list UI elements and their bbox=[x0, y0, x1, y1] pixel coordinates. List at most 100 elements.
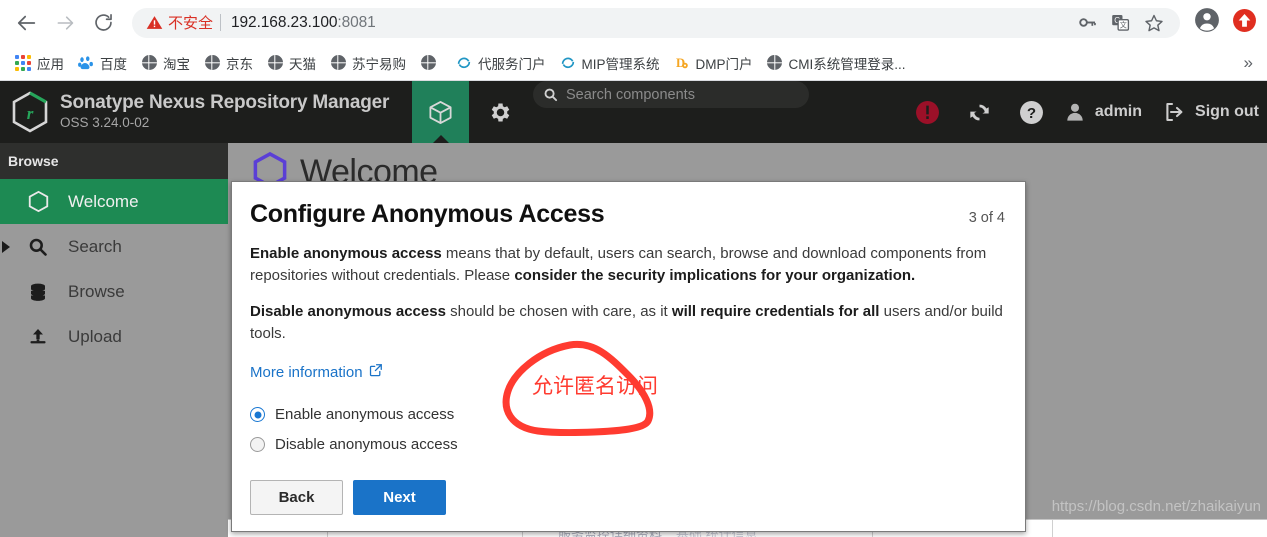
app-brand[interactable]: r Sonatype Nexus Repository Manager OSS … bbox=[0, 81, 412, 143]
globe-icon bbox=[330, 55, 346, 71]
sidebar-item-upload[interactable]: Upload bbox=[0, 314, 228, 359]
forward-button[interactable] bbox=[48, 6, 82, 40]
bookmark-mip[interactable]: MIP管理系统 bbox=[553, 50, 667, 76]
bookmarks-overflow-button[interactable]: » bbox=[1244, 53, 1259, 73]
bookmark-taobao[interactable]: 淘宝 bbox=[134, 50, 197, 76]
radio-button-off[interactable] bbox=[250, 437, 265, 452]
dialog-paragraph-disable: Disable anonymous access should be chose… bbox=[250, 301, 1005, 345]
bookmark-star-icon[interactable] bbox=[1144, 13, 1164, 33]
bookmark-label: MIP管理系统 bbox=[581, 56, 660, 72]
bookmark-tmall[interactable]: 天猫 bbox=[260, 50, 323, 76]
bookmark-label: 苏宁易购 bbox=[352, 56, 406, 72]
browser-nav-bar: 不安全 192.168.23.100:8081 G 文 bbox=[0, 0, 1267, 45]
refresh-button[interactable] bbox=[954, 100, 1006, 125]
back-button[interactable] bbox=[10, 6, 44, 40]
next-button[interactable]: Next bbox=[353, 479, 446, 515]
arrow-right-icon bbox=[57, 15, 74, 30]
radio-button-on[interactable] bbox=[250, 407, 265, 422]
sidebar-item-label: Browse bbox=[68, 281, 125, 301]
hexagon-icon bbox=[28, 190, 58, 213]
profile-button[interactable] bbox=[1194, 7, 1220, 38]
radio-enable-anonymous-access[interactable]: Enable anonymous access bbox=[250, 400, 1005, 430]
disable-bold-lead: Disable anonymous access bbox=[250, 303, 446, 320]
bookmark-baidu[interactable]: 百度 bbox=[71, 50, 134, 76]
not-secure-label: 不安全 bbox=[168, 15, 214, 32]
swirl-icon bbox=[456, 55, 472, 71]
sidebar-item-label: Upload bbox=[68, 326, 122, 346]
bookmark-suning[interactable]: 苏宁易购 bbox=[323, 50, 413, 76]
app-title: Sonatype Nexus Repository Manager bbox=[60, 92, 390, 113]
browser-chrome: 不安全 192.168.23.100:8081 G 文 应用 百度 淘宝 京东 … bbox=[0, 0, 1267, 81]
bookmarks-bar: 应用 百度 淘宝 京东 天猫 苏宁易购 代服务门户 MIP管理系统 D DMP门… bbox=[0, 45, 1267, 81]
dmp-icon: D bbox=[674, 55, 690, 71]
account-avatar-icon bbox=[1195, 8, 1219, 32]
annotation-text: 允许匿名访问 bbox=[532, 374, 658, 398]
key-icon[interactable] bbox=[1078, 13, 1097, 32]
more-information-link[interactable]: More information bbox=[250, 363, 383, 381]
bookmark-label: 天猫 bbox=[289, 56, 316, 72]
dialog-header: Configure Anonymous Access 3 of 4 bbox=[250, 200, 1005, 229]
refresh-icon bbox=[970, 104, 990, 120]
browse-tab[interactable] bbox=[412, 81, 469, 144]
search-icon bbox=[28, 237, 58, 257]
globe-icon bbox=[420, 55, 436, 71]
help-circle-icon: ? bbox=[1020, 100, 1044, 124]
omnibox-action-icons: G 文 bbox=[1078, 13, 1174, 33]
alert-button[interactable] bbox=[902, 100, 954, 125]
radio-label: Disable anonymous access bbox=[275, 436, 458, 453]
not-secure-warning-icon bbox=[146, 14, 163, 31]
address-bar[interactable]: 不安全 192.168.23.100:8081 G 文 bbox=[132, 7, 1180, 38]
sign-out-button[interactable]: Sign out bbox=[1156, 100, 1259, 124]
sidebar-item-browse[interactable]: Browse bbox=[0, 269, 228, 314]
globe-icon bbox=[204, 55, 220, 71]
search-components-input[interactable]: Search components bbox=[533, 81, 809, 108]
external-link-icon bbox=[369, 363, 383, 381]
update-button[interactable] bbox=[1232, 8, 1257, 38]
bookmark-unnamed[interactable] bbox=[413, 52, 449, 74]
sidebar-item-label: Welcome bbox=[68, 191, 139, 211]
reload-button[interactable] bbox=[86, 6, 120, 40]
upload-icon bbox=[28, 327, 58, 347]
user-icon bbox=[1067, 103, 1083, 121]
database-icon bbox=[28, 282, 58, 302]
nexus-app: r Sonatype Nexus Repository Manager OSS … bbox=[0, 81, 1267, 537]
more-information-label: More information bbox=[250, 363, 363, 381]
apps-grid-icon bbox=[15, 54, 31, 71]
url-text: 192.168.23.100:8081 bbox=[231, 14, 1078, 32]
bookmark-cmi[interactable]: CMI系统管理登录... bbox=[760, 50, 913, 76]
bookmark-label: 京东 bbox=[226, 56, 253, 72]
sidebar-item-search[interactable]: Search bbox=[0, 224, 228, 269]
sidebar-item-label: Search bbox=[68, 236, 122, 256]
bookmark-daifuwu[interactable]: 代服务门户 bbox=[449, 50, 553, 76]
enable-bold-tail: consider the security implications for y… bbox=[514, 267, 916, 284]
app-header-right: ? admin Sign out bbox=[902, 81, 1267, 143]
sign-out-label: Sign out bbox=[1195, 103, 1259, 120]
bookmark-label: DMP门户 bbox=[695, 56, 753, 72]
back-button[interactable]: Back bbox=[250, 479, 343, 515]
cube-icon bbox=[429, 100, 452, 124]
baidu-icon bbox=[78, 55, 94, 71]
admin-settings-button[interactable] bbox=[469, 81, 531, 143]
url-host: 192.168.23.100 bbox=[231, 13, 338, 31]
bookmark-apps[interactable]: 应用 bbox=[8, 50, 71, 76]
configure-anonymous-access-dialog: Configure Anonymous Access 3 of 4 Enable… bbox=[231, 181, 1026, 532]
dialog-title: Configure Anonymous Access bbox=[250, 200, 605, 228]
globe-icon bbox=[141, 55, 157, 71]
translate-icon[interactable]: G 文 bbox=[1111, 13, 1130, 32]
app-version: OSS 3.24.0-02 bbox=[60, 115, 150, 130]
bookmark-label: 应用 bbox=[37, 56, 64, 72]
radio-label: Enable anonymous access bbox=[275, 406, 455, 423]
bookmark-label: CMI系统管理登录... bbox=[788, 56, 906, 72]
sidebar-item-welcome[interactable]: Welcome bbox=[0, 179, 228, 224]
browser-right-controls bbox=[1180, 7, 1257, 38]
dialog-step-indicator: 3 of 4 bbox=[968, 210, 1005, 226]
update-arrow-icon bbox=[1233, 8, 1256, 32]
error-circle-icon bbox=[916, 100, 940, 124]
user-menu[interactable]: admin bbox=[1058, 101, 1156, 123]
globe-icon bbox=[267, 55, 283, 71]
bookmark-dmp[interactable]: D DMP门户 bbox=[667, 50, 760, 76]
bookmark-jd[interactable]: 京东 bbox=[197, 50, 260, 76]
radio-disable-anonymous-access[interactable]: Disable anonymous access bbox=[250, 430, 1005, 460]
help-button[interactable]: ? bbox=[1006, 100, 1058, 125]
svg-text:文: 文 bbox=[1120, 21, 1127, 30]
